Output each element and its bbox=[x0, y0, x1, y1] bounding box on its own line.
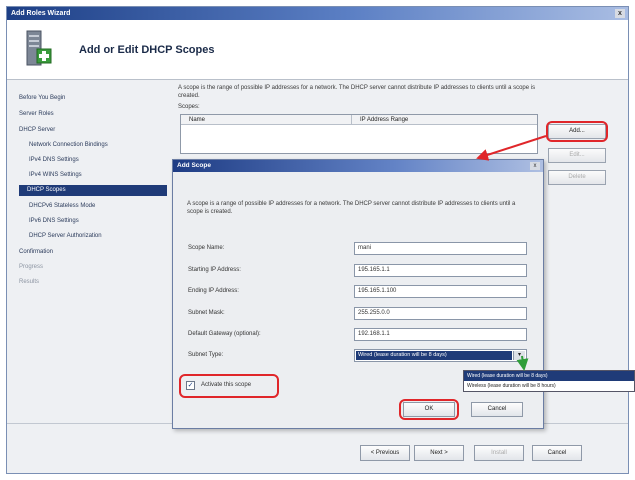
scopes-table[interactable]: Name IP Address Range bbox=[180, 114, 538, 154]
dialog-description: A scope is a range of possible IP addres… bbox=[187, 201, 516, 215]
nav-item-network-bindings[interactable]: Network Connection Bindings bbox=[29, 140, 108, 151]
nav-item-dhcp-authorization[interactable]: DHCP Server Authorization bbox=[29, 231, 102, 242]
default-gateway-field[interactable]: 192.168.1.1 bbox=[354, 328, 527, 341]
ending-ip-label: Ending IP Address: bbox=[188, 288, 239, 294]
dropdown-option-wireless[interactable]: Wireless (lease duration will be 8 hours… bbox=[464, 381, 634, 391]
delete-button[interactable]: Delete bbox=[548, 170, 606, 185]
nav-item-ipv4-wins[interactable]: IPv4 WINS Settings bbox=[29, 170, 82, 181]
column-ip-range[interactable]: IP Address Range bbox=[351, 115, 408, 125]
column-name[interactable]: Name bbox=[189, 115, 205, 125]
activate-scope-highlight bbox=[179, 374, 279, 398]
window-titlebar: Add Roles Wizard x bbox=[7, 7, 628, 20]
nav-item-dhcp-scopes[interactable]: DHCP Scopes bbox=[19, 185, 167, 196]
wizard-nav: Before You Begin Server Roles DHCP Serve… bbox=[7, 81, 169, 421]
dialog-title: Add Scope bbox=[177, 162, 211, 169]
ok-button-highlight bbox=[399, 399, 459, 420]
scope-name-field[interactable]: mani bbox=[354, 242, 527, 255]
subnet-type-dropdown-list: Wired (lease duration will be 8 days) Wi… bbox=[463, 370, 635, 392]
nav-item-dhcpv6-mode[interactable]: DHCPv6 Stateless Mode bbox=[29, 201, 95, 212]
scopes-label: Scopes: bbox=[178, 104, 200, 110]
close-icon[interactable]: x bbox=[615, 9, 625, 18]
scopes-table-header: Name IP Address Range bbox=[181, 115, 537, 125]
page-title: Add or Edit DHCP Scopes bbox=[79, 44, 215, 56]
subnet-type-value: Wired (lease duration will be 8 days) bbox=[356, 351, 512, 360]
subnet-mask-field[interactable]: 255.255.0.0 bbox=[354, 307, 527, 320]
scopes-description: A scope is the range of possible IP addr… bbox=[178, 85, 536, 99]
dialog-cancel-button[interactable]: Cancel bbox=[471, 402, 523, 417]
next-button[interactable]: Next > bbox=[414, 445, 464, 461]
previous-button[interactable]: < Previous bbox=[360, 445, 410, 461]
wizard-header: Add or Edit DHCP Scopes bbox=[7, 20, 628, 80]
subnet-type-select[interactable]: Wired (lease duration will be 8 days) ▾ bbox=[354, 349, 527, 362]
server-role-icon bbox=[26, 30, 52, 66]
install-button[interactable]: Install bbox=[474, 445, 524, 461]
chevron-down-icon[interactable]: ▾ bbox=[513, 351, 525, 360]
nav-item-ipv4-dns[interactable]: IPv4 DNS Settings bbox=[29, 155, 79, 166]
default-gateway-label: Default Gateway (optional): bbox=[188, 331, 261, 337]
starting-ip-field[interactable]: 195.165.1.1 bbox=[354, 264, 527, 277]
starting-ip-label: Starting IP Address: bbox=[188, 267, 241, 273]
dialog-titlebar: Add Scope bbox=[173, 160, 543, 172]
ending-ip-field[interactable]: 195.165.1.100 bbox=[354, 285, 527, 298]
dropdown-option-wired[interactable]: Wired (lease duration will be 8 days) bbox=[464, 371, 634, 381]
nav-item-before-you-begin[interactable]: Before You Begin bbox=[19, 93, 65, 104]
subnet-type-label: Subnet Type: bbox=[188, 352, 224, 358]
nav-item-ipv6-dns[interactable]: IPv6 DNS Settings bbox=[29, 216, 79, 227]
window-title: Add Roles Wizard bbox=[11, 10, 71, 17]
cancel-button[interactable]: Cancel bbox=[532, 445, 582, 461]
nav-item-dhcp-server[interactable]: DHCP Server bbox=[19, 125, 55, 136]
nav-item-server-roles[interactable]: Server Roles bbox=[19, 109, 54, 120]
add-button-highlight bbox=[546, 121, 608, 142]
nav-item-confirmation[interactable]: Confirmation bbox=[19, 247, 53, 258]
scope-name-label: Scope Name: bbox=[188, 245, 225, 251]
nav-item-progress: Progress bbox=[19, 264, 44, 270]
subnet-mask-label: Subnet Mask: bbox=[188, 310, 225, 316]
nav-item-results: Results bbox=[19, 279, 40, 285]
edit-button[interactable]: Edit... bbox=[548, 148, 606, 163]
dialog-close-icon[interactable]: x bbox=[530, 162, 540, 170]
